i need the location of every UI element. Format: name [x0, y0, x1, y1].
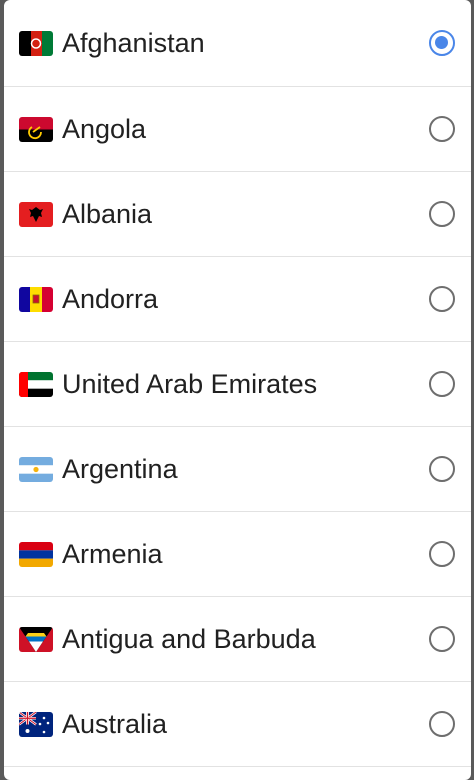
country-label: United Arab Emirates [62, 368, 318, 399]
country-option-australia[interactable]: Australia [4, 682, 471, 767]
antigua-barbuda-flag-icon [19, 626, 53, 652]
radio-button[interactable] [429, 456, 455, 482]
armenia-flag-icon [19, 541, 53, 567]
country-label: Australia [62, 708, 168, 739]
australia-flag-icon [19, 711, 53, 737]
country-label: Antigua and Barbuda [62, 623, 316, 654]
radio-button[interactable] [429, 116, 455, 142]
country-label: Andorra [62, 283, 159, 314]
country-option-andorra[interactable]: Andorra [4, 257, 471, 342]
country-option-armenia[interactable]: Armenia [4, 512, 471, 597]
angola-flag-icon [19, 116, 53, 142]
radio-button[interactable] [429, 541, 455, 567]
country-label: Armenia [62, 538, 163, 569]
country-option-angola[interactable]: Angola [4, 87, 471, 172]
country-option-united-arab-emirates[interactable]: United Arab Emirates [4, 342, 471, 427]
country-option-albania[interactable]: Albania [4, 172, 471, 257]
radio-button[interactable] [429, 201, 455, 227]
country-label: Afghanistan [62, 27, 205, 58]
country-picker-dialog: Afghanistan Angola Albania Andorra Unite… [4, 0, 471, 780]
country-option-argentina[interactable]: Argentina [4, 427, 471, 512]
country-label: Argentina [62, 453, 178, 484]
radio-button-selected[interactable] [429, 30, 455, 56]
country-option-afghanistan[interactable]: Afghanistan [4, 0, 471, 87]
albania-flag-icon [19, 201, 53, 227]
radio-button[interactable] [429, 626, 455, 652]
uae-flag-icon [19, 371, 53, 397]
afghanistan-flag-icon [19, 30, 53, 56]
country-label: Angola [62, 113, 147, 144]
radio-button[interactable] [429, 286, 455, 312]
andorra-flag-icon [19, 286, 53, 312]
country-label: Albania [62, 198, 153, 229]
argentina-flag-icon [19, 456, 53, 482]
country-option-antigua-and-barbuda[interactable]: Antigua and Barbuda [4, 597, 471, 682]
radio-button[interactable] [429, 371, 455, 397]
radio-button[interactable] [429, 711, 455, 737]
